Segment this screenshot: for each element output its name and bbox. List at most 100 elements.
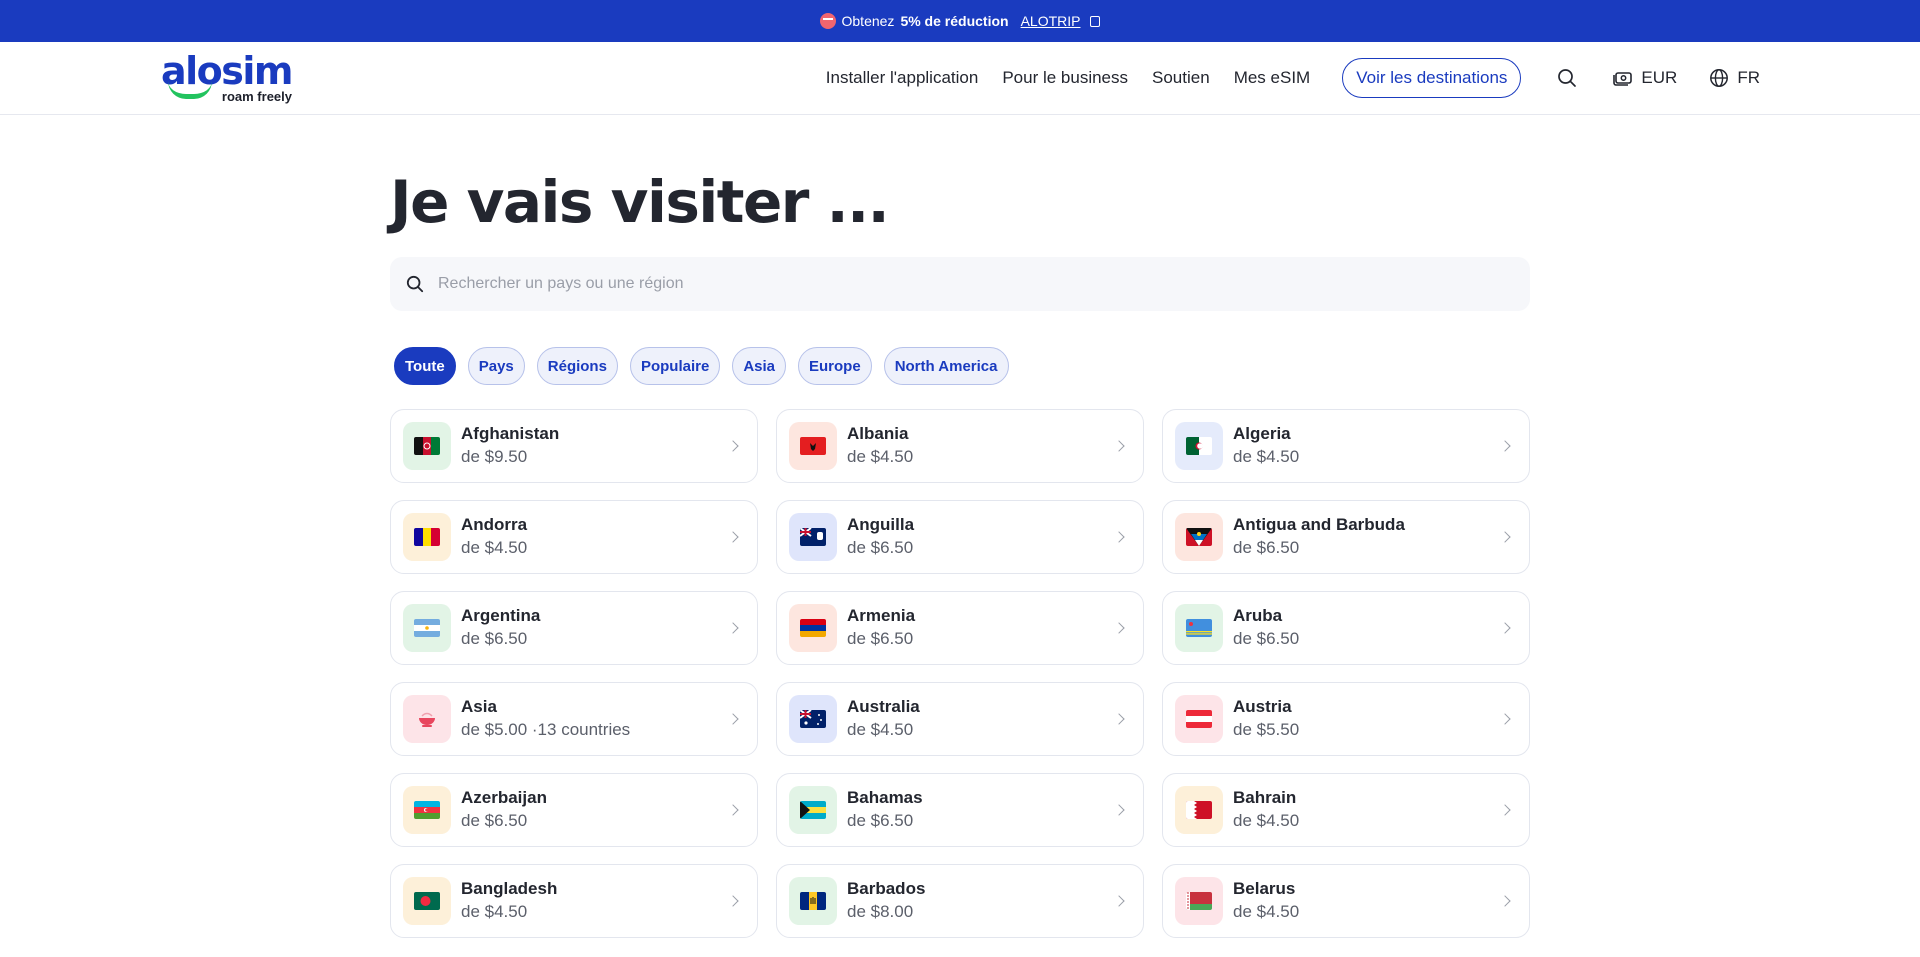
destination-card[interactable]: Afghanistan de $9.50 — [390, 409, 758, 483]
destination-card[interactable]: Austria de $5.50 — [1162, 682, 1530, 756]
destination-name: Belarus — [1233, 879, 1296, 898]
destination-info: Azerbaijan de $6.50 — [461, 787, 729, 833]
destination-price: de $4.50 — [1233, 902, 1300, 921]
chevron-right-icon — [1113, 440, 1125, 452]
destination-card[interactable]: Algeria de $4.50 — [1162, 409, 1530, 483]
chevron-right-icon — [1499, 713, 1511, 725]
destination-name: Algeria — [1233, 424, 1291, 443]
promo-code-link[interactable]: ALOTRIP — [1021, 13, 1081, 29]
flag-icon — [789, 695, 837, 743]
search-button[interactable] — [1557, 68, 1577, 88]
destination-name: Aruba — [1233, 606, 1283, 625]
destination-card[interactable]: Anguilla de $6.50 — [776, 500, 1144, 574]
flag-icon — [1175, 513, 1223, 561]
flag-icon — [789, 877, 837, 925]
currency-selector[interactable]: EUR — [1613, 68, 1677, 88]
destination-name: Asia — [461, 697, 497, 716]
filter-chip[interactable]: North America — [883, 347, 1009, 385]
destination-card[interactable]: Armenia de $6.50 — [776, 591, 1144, 665]
destination-card[interactable]: Bangladesh de $4.50 — [390, 864, 758, 938]
destination-name: Armenia — [847, 606, 916, 625]
nav-business[interactable]: Pour le business — [1002, 68, 1128, 88]
chevron-right-icon — [1113, 895, 1125, 907]
filter-chip[interactable]: Régions — [536, 347, 618, 385]
destination-info: Bahrain de $4.50 — [1233, 787, 1501, 833]
view-destinations-button[interactable]: Voir les destinations — [1342, 58, 1522, 98]
copy-icon[interactable] — [1090, 15, 1101, 27]
flag-icon — [789, 513, 837, 561]
nav-my-esims[interactable]: Mes eSIM — [1234, 68, 1311, 88]
logo[interactable]: alosim roam freely — [160, 52, 294, 104]
destination-price: de $6.50 — [1233, 538, 1300, 557]
destination-card[interactable]: Azerbaijan de $6.50 — [390, 773, 758, 847]
destination-search[interactable] — [390, 257, 1530, 311]
destination-card[interactable]: Belarus de $4.50 — [1162, 864, 1530, 938]
destination-card[interactable]: Antigua and Barbuda de $6.50 — [1162, 500, 1530, 574]
destination-price: de $8.00 — [847, 902, 914, 921]
flag-icon — [789, 604, 837, 652]
site-header: alosim roam freely Installer l'applicati… — [0, 42, 1920, 115]
destination-card[interactable]: Asia de $5.00 ·13 countries — [390, 682, 758, 756]
destination-name: Barbados — [847, 879, 926, 898]
chevron-right-icon — [1499, 531, 1511, 543]
filter-chip[interactable]: Pays — [467, 347, 525, 385]
filter-chip[interactable]: Asia — [732, 347, 786, 385]
destination-card[interactable]: Argentina de $6.50 — [390, 591, 758, 665]
search-icon — [1558, 69, 1577, 87]
money-icon — [1613, 72, 1633, 86]
filter-chip[interactable]: Populaire — [629, 347, 721, 385]
chevron-right-icon — [727, 713, 739, 725]
destination-price: de $4.50 — [847, 447, 914, 466]
destination-price: de $6.50 — [461, 629, 528, 648]
language-selector[interactable]: FR — [1709, 68, 1760, 88]
destination-card[interactable]: Australia de $4.50 — [776, 682, 1144, 756]
filter-chips: Toute Pays Régions Populaire Asia Europe North… — [394, 347, 1530, 385]
destination-price: de $5.50 — [1233, 720, 1300, 739]
destination-price: de $4.50 — [1233, 447, 1300, 466]
chevron-right-icon — [1499, 440, 1511, 452]
destination-card[interactable]: Bahamas de $6.50 — [776, 773, 1144, 847]
destination-info: Aruba de $6.50 — [1233, 605, 1501, 651]
destination-name: Antigua and Barbuda — [1233, 515, 1405, 534]
destination-info: Anguilla de $6.50 — [847, 514, 1115, 560]
filter-chip[interactable]: Europe — [798, 347, 872, 385]
destination-price: de $6.50 — [847, 629, 914, 648]
destination-price: de $6.50 — [1233, 629, 1300, 648]
destination-price: de $9.50 — [461, 447, 528, 466]
nav-install-app[interactable]: Installer l'application — [826, 68, 979, 88]
destination-info: Australia de $4.50 — [847, 696, 1115, 742]
destination-name: Azerbaijan — [461, 788, 547, 807]
flag-icon — [1175, 786, 1223, 834]
flag-icon — [403, 695, 451, 743]
destination-price: de $4.50 — [461, 538, 528, 557]
destination-grid: Afghanistan de $9.50 Albania de $4.50 Al… — [390, 409, 1530, 938]
nav-support[interactable]: Soutien — [1152, 68, 1210, 88]
chevron-right-icon — [727, 531, 739, 543]
main-content: Je vais visiter ... Toute Pays Régions Popu… — [390, 115, 1530, 938]
chevron-right-icon — [727, 622, 739, 634]
destination-card[interactable]: Bahrain de $4.50 — [1162, 773, 1530, 847]
destination-price: de $4.50 — [847, 720, 914, 739]
destination-info: Antigua and Barbuda de $6.50 — [1233, 514, 1501, 560]
destination-card[interactable]: Barbados de $8.00 — [776, 864, 1144, 938]
destination-card[interactable]: Aruba de $6.50 — [1162, 591, 1530, 665]
destination-card[interactable]: Andorra de $4.50 — [390, 500, 758, 574]
search-icon — [406, 275, 424, 293]
flag-icon — [789, 786, 837, 834]
filter-chip[interactable]: Toute — [394, 347, 456, 385]
destination-card[interactable]: Albania de $4.50 — [776, 409, 1144, 483]
destination-price: de $4.50 — [461, 902, 528, 921]
destination-price: de $6.50 — [847, 811, 914, 830]
destination-info: Asia de $5.00 ·13 countries — [461, 696, 729, 742]
destination-name: Albania — [847, 424, 909, 443]
destination-name: Anguilla — [847, 515, 915, 534]
destination-price: de $4.50 — [1233, 811, 1300, 830]
chevron-right-icon — [1113, 531, 1125, 543]
chevron-right-icon — [1113, 713, 1125, 725]
destination-info: Andorra de $4.50 — [461, 514, 729, 560]
search-input[interactable] — [438, 275, 1514, 293]
logo-tagline: roam freely — [221, 88, 292, 104]
promo-banner: Obtenez 5% de réduction ALOTRIP — [0, 0, 1920, 42]
destination-info: Belarus de $4.50 — [1233, 878, 1501, 924]
destination-price: de $5.00 ·13 countries — [461, 720, 631, 739]
